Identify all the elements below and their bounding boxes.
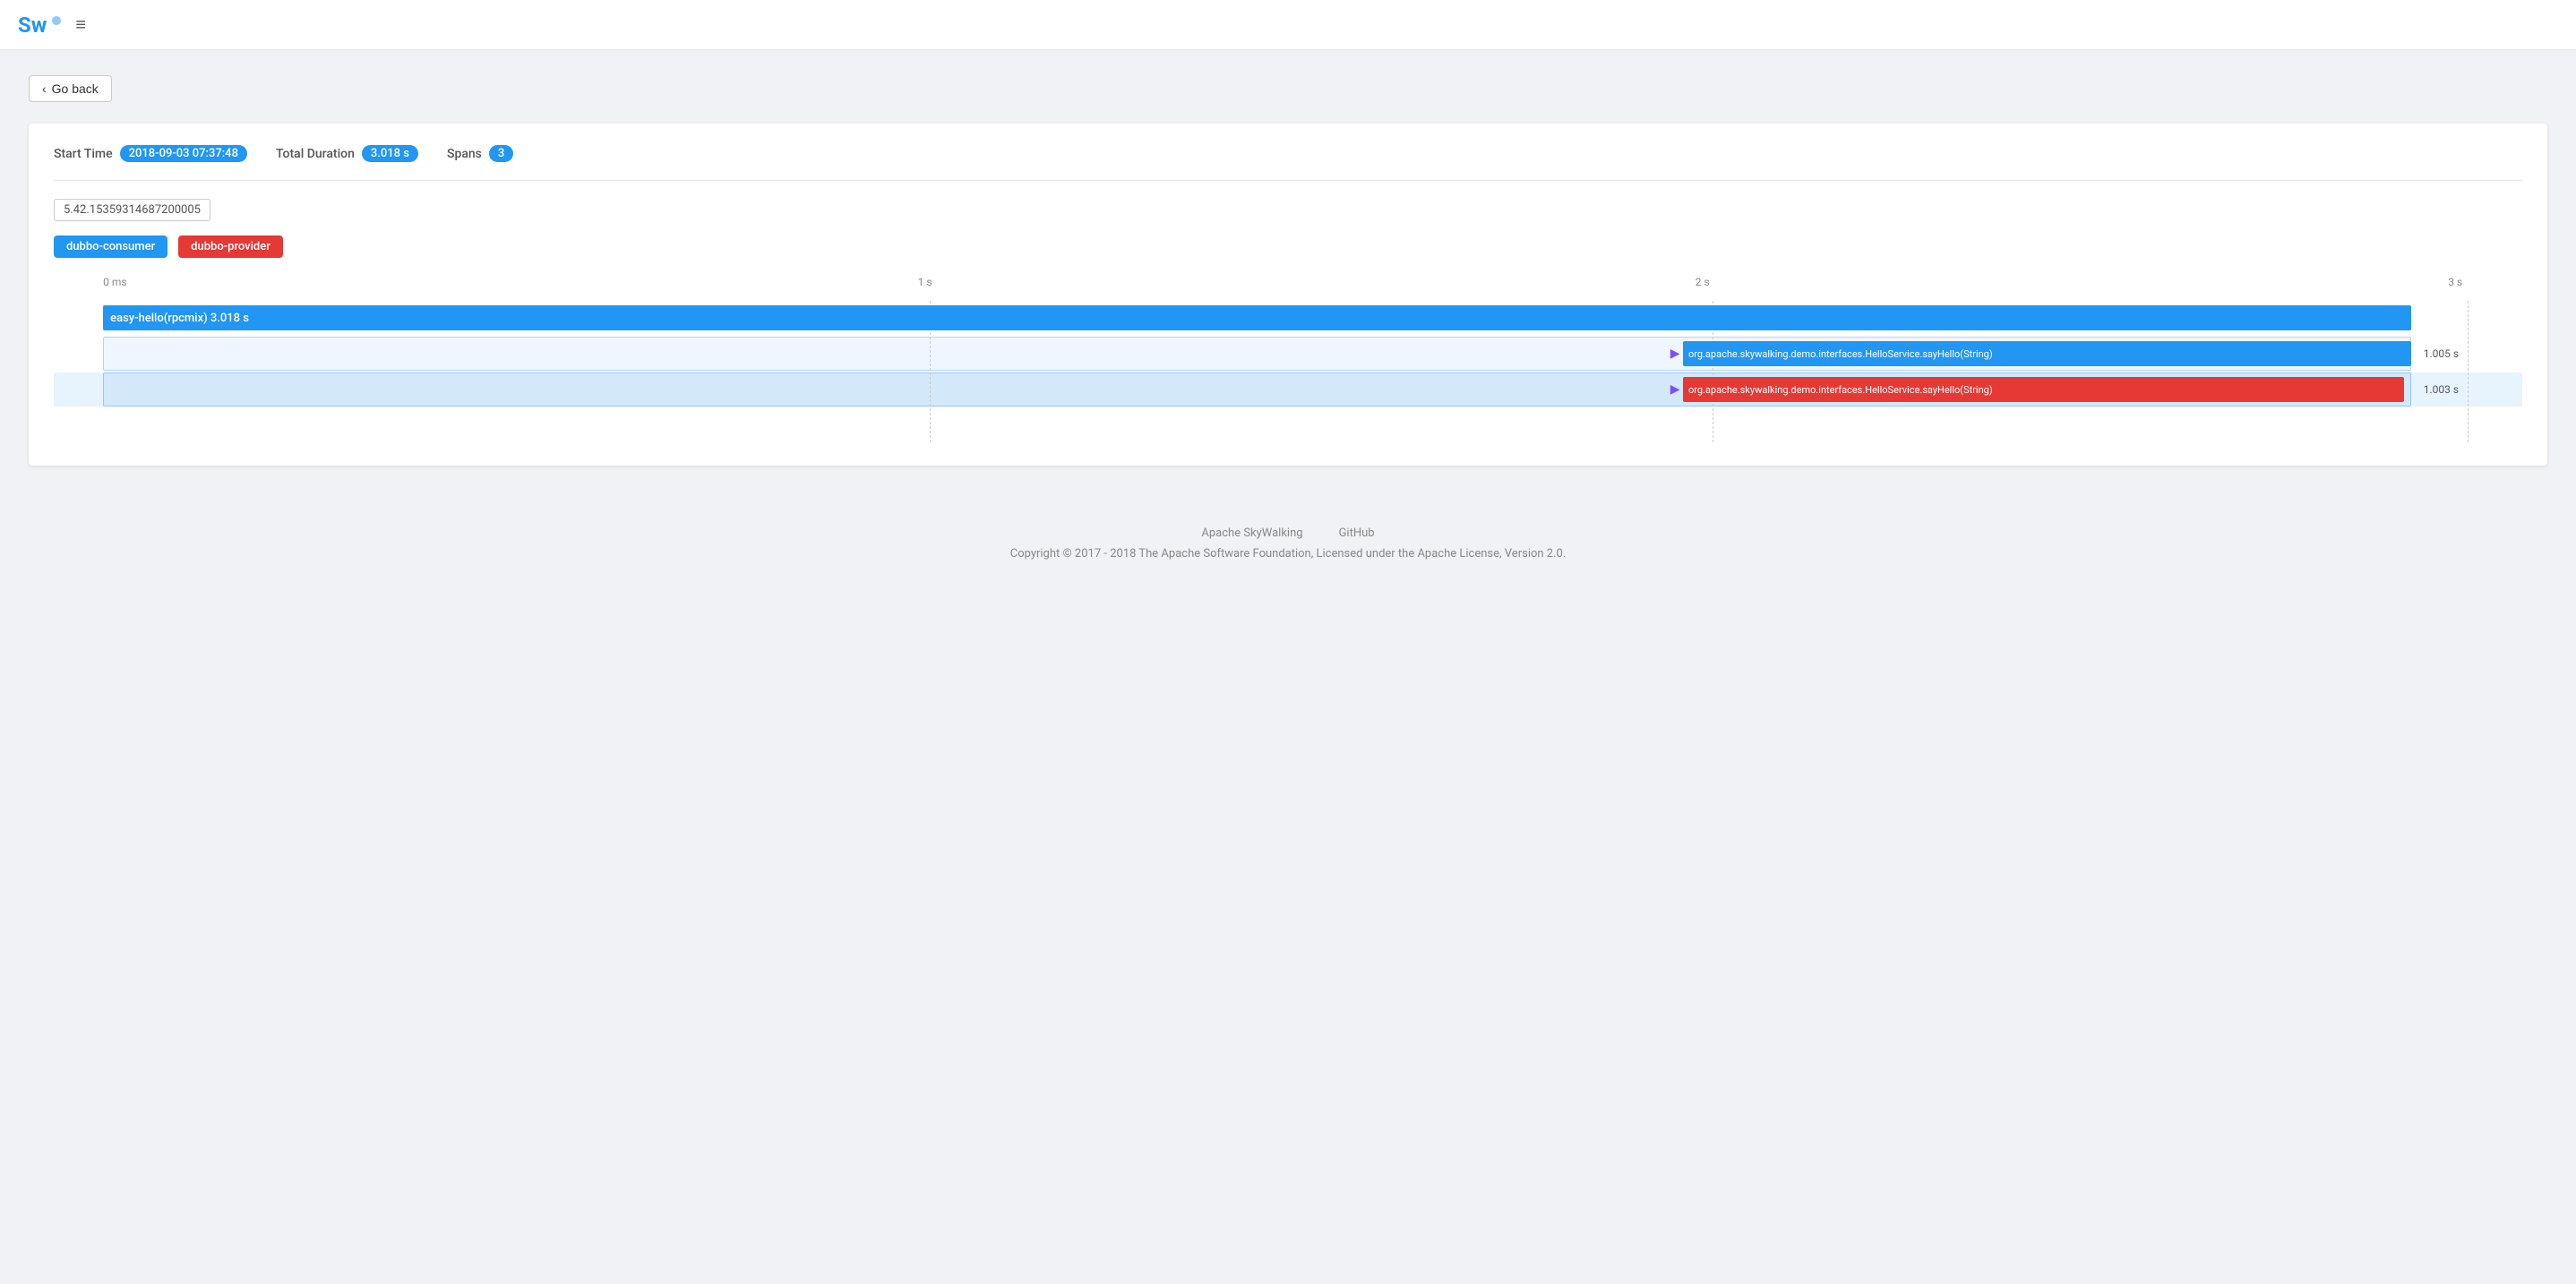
spans-count: 3 (489, 145, 513, 162)
footer: Apache SkyWalking GitHub Copyright © 201… (0, 491, 2576, 578)
span-3-arrow: ▶ (1670, 382, 1680, 397)
go-back-button[interactable]: ‹ Go back (29, 75, 112, 102)
legend: dubbo-consumer dubbo-provider (54, 235, 2522, 258)
spans-label: Spans (447, 147, 482, 161)
spans-item: Spans 3 (447, 145, 513, 162)
start-time-item: Start Time 2018-09-03 07:37:48 (54, 145, 247, 162)
dashed-line-3s (2468, 301, 2469, 442)
timeline: 0 ms 1 s 2 s 3 s easy-hello(rpcmix) 3.01… (54, 276, 2522, 442)
time-mark-1s: 1 s (918, 276, 932, 288)
span-row-empty (54, 408, 2522, 442)
start-time-value: 2018-09-03 07:37:48 (120, 145, 247, 162)
span-3-duration: 1.003 s (2424, 383, 2459, 396)
span-2-arrow: ▶ (1670, 347, 1680, 361)
logo: Sw (18, 13, 61, 38)
total-duration-value: 3.018 s (362, 145, 418, 162)
time-mark-2s: 2 s (1696, 276, 1710, 288)
footer-link-skywalking[interactable]: Apache SkyWalking (1201, 526, 1302, 540)
span-row-3[interactable]: ▶ org.apache.skywalking.demo.interfaces.… (54, 372, 2522, 407)
spans-area: easy-hello(rpcmix) 3.018 s ▶ org.apache.… (54, 301, 2522, 442)
footer-links: Apache SkyWalking GitHub (0, 526, 2576, 540)
start-time-label: Start Time (54, 147, 113, 161)
time-ruler: 0 ms 1 s 2 s 3 s (54, 276, 2522, 297)
time-mark-0ms: 0 ms (103, 276, 126, 288)
footer-link-github[interactable]: GitHub (1339, 526, 1375, 540)
legend-provider: dubbo-provider (178, 235, 283, 258)
total-duration-label: Total Duration (276, 147, 355, 161)
logo-text: Sw (18, 13, 47, 38)
span-row-2[interactable]: ▶ org.apache.skywalking.demo.interfaces.… (54, 337, 2522, 371)
chevron-left-icon: ‹ (42, 81, 47, 96)
time-mark-3s: 3 s (2448, 276, 2462, 288)
logo-dot (52, 16, 61, 25)
header: Sw ≡ (0, 0, 2576, 50)
trace-card: Start Time 2018-09-03 07:37:48 Total Dur… (29, 124, 2547, 466)
legend-consumer: dubbo-consumer (54, 235, 167, 258)
trace-info: Start Time 2018-09-03 07:37:48 Total Dur… (54, 145, 2522, 181)
hamburger-icon[interactable]: ≡ (75, 13, 86, 36)
go-back-label: Go back (52, 81, 99, 96)
trace-id: 5.42.15359314687200005 (54, 199, 210, 221)
span-bar-2-sub[interactable]: org.apache.skywalking.demo.interfaces.He… (1683, 341, 2411, 366)
span-bar-3-sub[interactable]: org.apache.skywalking.demo.interfaces.He… (1683, 377, 2404, 402)
span-2-duration: 1.005 s (2424, 347, 2459, 360)
span-bar-1[interactable]: easy-hello(rpcmix) 3.018 s (103, 305, 2411, 330)
main-content: ‹ Go back Start Time 2018-09-03 07:37:48… (0, 50, 2576, 491)
total-duration-item: Total Duration 3.018 s (276, 145, 418, 162)
footer-copyright: Copyright © 2017 - 2018 The Apache Softw… (0, 547, 2576, 561)
span-row-1[interactable]: easy-hello(rpcmix) 3.018 s (54, 301, 2522, 335)
